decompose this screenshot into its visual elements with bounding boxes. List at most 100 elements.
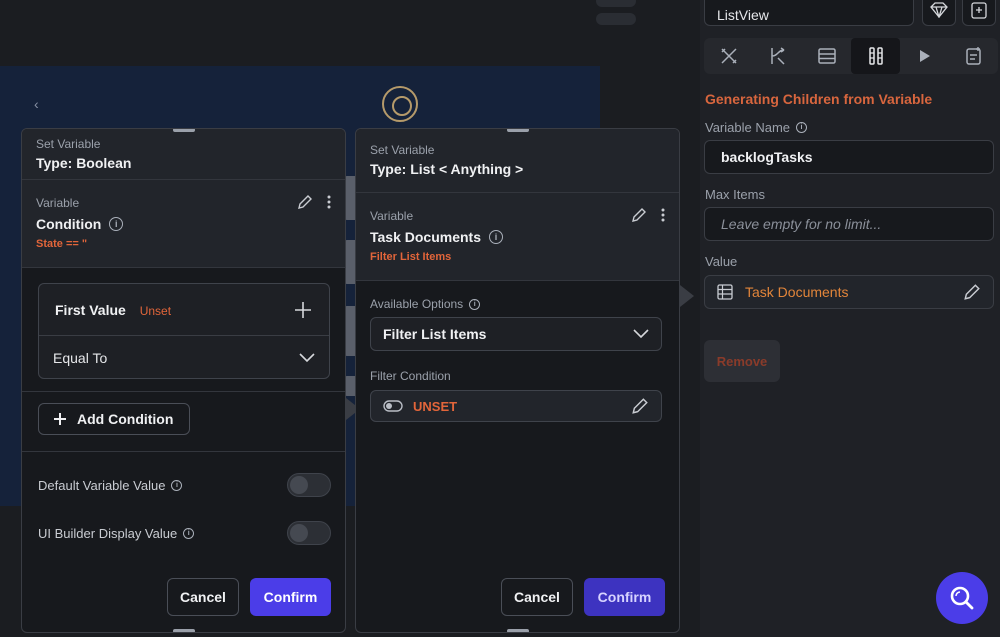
drag-handle[interactable] (172, 129, 195, 132)
chevron-down-icon (633, 329, 649, 339)
search-fab[interactable] (936, 572, 988, 624)
filter-condition-label: Filter Condition (370, 369, 451, 383)
app-logo (382, 86, 418, 122)
value-text: Task Documents (745, 284, 849, 300)
actions-icon (770, 47, 785, 65)
max-items-input[interactable]: Leave empty for no limit... (704, 207, 994, 241)
tab-properties[interactable] (704, 38, 753, 74)
variable-name-label-text: Variable Name (705, 120, 791, 135)
variable-name: Condition i (36, 216, 331, 232)
section-heading: Generating Children from Variable (705, 91, 933, 107)
filter-condition-value: UNSET (413, 398, 458, 414)
header-label: Set Variable (370, 143, 435, 157)
cancel-button[interactable]: Cancel (501, 578, 573, 616)
variable-name-text: Condition (36, 216, 102, 232)
drag-handle[interactable] (172, 629, 195, 632)
first-value-label: First Value (55, 301, 126, 318)
tab-backend-query[interactable] (802, 38, 851, 74)
play-icon (919, 50, 930, 62)
info-icon[interactable]: i (183, 527, 195, 539)
value-field[interactable]: Task Documents (704, 275, 994, 309)
default-value-row: Default Variable Value i (38, 473, 331, 497)
info-icon[interactable]: i (796, 122, 808, 133)
more-vertical-icon[interactable] (661, 207, 665, 223)
top-toolbar-pills[interactable] (596, 0, 686, 25)
available-options-value: Filter List Items (383, 326, 487, 342)
add-document-icon (971, 2, 987, 19)
header-label: Set Variable (36, 137, 101, 151)
available-options-text: Available Options (370, 297, 464, 311)
properties-tabbar (704, 38, 998, 74)
properties-icon (720, 48, 737, 64)
edit-icon[interactable] (631, 207, 647, 223)
diamond-icon (930, 2, 948, 18)
variable-row[interactable]: Variable Task Documents i Filter List It… (356, 193, 679, 281)
variable-name: Task Documents i (370, 229, 665, 245)
header-type: Type: Boolean (36, 155, 132, 171)
variable-subtitle: State == " (36, 238, 88, 250)
toggle-icon (383, 400, 403, 412)
more-vertical-icon[interactable] (327, 194, 331, 210)
plus-icon (54, 413, 66, 425)
search-icon (950, 586, 974, 610)
variable-name-input[interactable]: backlogTasks (704, 140, 994, 174)
drag-handle[interactable] (506, 629, 529, 632)
divider (22, 451, 345, 452)
add-condition-label: Add Condition (77, 411, 174, 427)
variable-name-label: Variable Name i (705, 120, 808, 135)
set-variable-dialog-list: Set Variable Type: List < Anything > Var… (355, 128, 680, 633)
table-icon (717, 284, 733, 300)
ui-builder-toggle[interactable] (287, 521, 331, 545)
drag-handle[interactable] (506, 129, 529, 132)
available-options-select[interactable]: Filter List Items (370, 317, 662, 351)
info-icon[interactable]: i (489, 230, 503, 244)
diamond-button[interactable] (922, 0, 956, 26)
ui-builder-value-row: UI Builder Display Value i (38, 521, 331, 545)
default-value-label: Default Variable Value (38, 477, 166, 493)
variable-tools (631, 207, 665, 223)
operator-value: Equal To (53, 350, 108, 366)
divider (22, 391, 345, 392)
variable-subtitle: Filter List Items (370, 251, 452, 263)
max-items-label: Max Items (705, 187, 765, 202)
remove-button[interactable]: Remove (704, 340, 780, 382)
cancel-button[interactable]: Cancel (167, 578, 239, 616)
operator-select[interactable]: Equal To (39, 336, 329, 378)
ui-builder-label: UI Builder Display Value (38, 525, 178, 541)
back-arrow-icon[interactable]: ‹ (34, 96, 39, 112)
widget-settings-button[interactable] (962, 0, 996, 26)
info-icon[interactable]: i (109, 217, 124, 231)
generate-children-icon (868, 47, 883, 65)
edit-icon[interactable] (297, 194, 313, 210)
variable-label: Variable (370, 209, 414, 223)
first-value-row[interactable]: First Value Unset (39, 284, 329, 336)
document-icon (965, 47, 981, 65)
variable-label: Variable (36, 196, 80, 210)
default-value-toggle[interactable] (287, 473, 331, 497)
first-value-status: Unset (139, 303, 172, 318)
connector-arrow (680, 285, 694, 307)
edit-icon[interactable] (631, 397, 649, 415)
variable-name-text: Task Documents (370, 229, 481, 245)
condition-box: First Value Unset Equal To (38, 283, 330, 379)
info-icon[interactable]: i (469, 298, 481, 310)
plus-icon[interactable] (293, 300, 313, 320)
variable-tools (297, 194, 331, 210)
first-value: First Value Unset (55, 302, 171, 318)
tab-generate-children[interactable] (851, 38, 900, 74)
filter-condition-field[interactable]: UNSET (370, 390, 662, 422)
confirm-button[interactable]: Confirm (584, 578, 665, 616)
tab-actions[interactable] (753, 38, 802, 74)
backend-query-icon (817, 48, 836, 64)
edit-icon[interactable] (963, 283, 981, 301)
tab-play[interactable] (900, 38, 949, 74)
variable-row[interactable]: Variable Condition i State == " (22, 180, 345, 268)
confirm-button[interactable]: Confirm (250, 578, 331, 616)
info-icon[interactable]: i (171, 479, 183, 491)
header-type: Type: List < Anything > (370, 161, 524, 177)
chevron-down-icon (299, 353, 315, 363)
available-options-label: Available Options i (370, 297, 481, 311)
tab-document[interactable] (949, 38, 998, 74)
widget-name-field[interactable]: ListView (704, 0, 914, 26)
add-condition-button[interactable]: Add Condition (38, 403, 190, 435)
